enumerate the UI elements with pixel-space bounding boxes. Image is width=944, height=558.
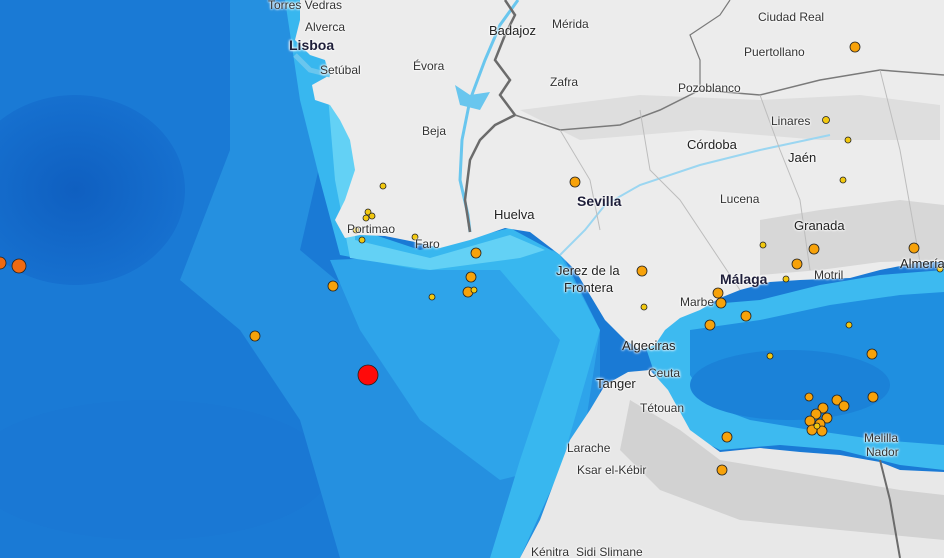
- place-label-algeciras: Algeciras: [622, 338, 676, 353]
- seismic-map[interactable]: Torres Vedras Alverca Lisboa Setúbal Évo…: [0, 0, 944, 558]
- place-label-merida: Mérida: [552, 17, 589, 31]
- place-label-nador: Nador: [866, 445, 899, 459]
- place-label-melilla: Melilla: [864, 431, 899, 445]
- quake-marker[interactable]: [844, 136, 852, 144]
- place-label-beja: Beja: [422, 124, 447, 138]
- place-label-torres-vedras: Torres Vedras: [268, 0, 343, 12]
- place-label-ciudad-real: Ciudad Real: [758, 10, 825, 24]
- quake-marker[interactable]: [704, 319, 716, 331]
- quake-marker[interactable]: [845, 321, 853, 329]
- place-label-alverca: Alverca: [305, 20, 346, 34]
- quake-marker[interactable]: [822, 116, 830, 124]
- quake-marker[interactable]: [11, 258, 27, 274]
- quake-marker[interactable]: [908, 242, 920, 254]
- quake-marker[interactable]: [640, 303, 648, 311]
- quake-marker[interactable]: [358, 236, 366, 244]
- quake-marker[interactable]: [849, 41, 861, 53]
- quake-marker[interactable]: [470, 247, 482, 259]
- place-label-ceuta: Ceuta: [648, 366, 681, 380]
- quake-marker[interactable]: [838, 400, 850, 412]
- quake-marker[interactable]: [813, 422, 821, 430]
- place-label-lucena: Lucena: [720, 192, 760, 206]
- quake-marker[interactable]: [721, 431, 733, 443]
- place-label-jerez-1: Jerez de la: [556, 263, 620, 278]
- place-label-faro: Faro: [415, 237, 440, 251]
- place-label-sidi-slimane: Sidi Slimane: [576, 545, 643, 558]
- place-label-tetouan: Tétouan: [640, 401, 685, 415]
- place-label-larache: Larache: [567, 441, 611, 455]
- quake-marker[interactable]: [866, 348, 878, 360]
- place-label-jerez-2: Frontera: [564, 280, 614, 295]
- place-label-badajoz: Badajoz: [489, 23, 536, 38]
- map-canvas: [0, 0, 944, 558]
- place-label-sevilla: Sevilla: [577, 193, 622, 209]
- quake-marker[interactable]: [867, 391, 879, 403]
- quake-marker[interactable]: [249, 330, 261, 342]
- quake-marker[interactable]: [715, 297, 727, 309]
- alboran-deep: [690, 350, 890, 420]
- place-label-almeria: Almería: [900, 256, 944, 271]
- place-label-ksar: Ksar el-Kébir: [577, 463, 647, 477]
- place-label-pozoblanco: Pozoblanco: [678, 81, 741, 95]
- place-label-huelva: Huelva: [494, 207, 535, 222]
- quake-marker[interactable]: [569, 176, 581, 188]
- quake-marker[interactable]: [362, 214, 370, 222]
- quake-marker[interactable]: [804, 392, 814, 402]
- quake-marker[interactable]: [327, 280, 339, 292]
- place-label-zafra: Zafra: [550, 75, 579, 89]
- quake-marker[interactable]: [808, 243, 820, 255]
- quake-marker[interactable]: [470, 286, 478, 294]
- quake-marker[interactable]: [740, 310, 752, 322]
- quake-marker-latest[interactable]: [357, 364, 379, 386]
- quake-marker[interactable]: [636, 265, 648, 277]
- quake-marker[interactable]: [716, 464, 728, 476]
- place-label-portimao: Portimao: [347, 222, 396, 236]
- quake-marker[interactable]: [759, 241, 767, 249]
- place-label-motril: Motril: [814, 268, 844, 282]
- place-label-malaga: Málaga: [720, 271, 768, 287]
- place-label-evora: Évora: [413, 59, 445, 73]
- place-label-linares: Linares: [771, 114, 811, 128]
- quake-marker[interactable]: [839, 176, 847, 184]
- quake-marker[interactable]: [766, 352, 774, 360]
- place-label-setubal: Setúbal: [320, 63, 361, 77]
- quake-marker[interactable]: [428, 293, 436, 301]
- quake-marker[interactable]: [465, 271, 477, 283]
- place-label-cordoba: Córdoba: [687, 137, 737, 152]
- quake-marker[interactable]: [379, 182, 387, 190]
- place-label-kenitra: Kénitra: [531, 545, 570, 558]
- quake-marker[interactable]: [791, 258, 803, 270]
- place-label-lisboa: Lisboa: [289, 37, 335, 53]
- place-label-puertollano: Puertollano: [744, 45, 805, 59]
- place-label-jaen: Jaén: [788, 150, 817, 165]
- place-label-marbella: Marbe: [680, 295, 715, 309]
- quake-marker[interactable]: [712, 287, 724, 299]
- quake-marker[interactable]: [804, 415, 816, 427]
- quake-marker[interactable]: [368, 212, 376, 220]
- place-label-granada: Granada: [794, 218, 845, 233]
- quake-marker[interactable]: [782, 275, 790, 283]
- place-label-tanger: Tanger: [596, 376, 636, 391]
